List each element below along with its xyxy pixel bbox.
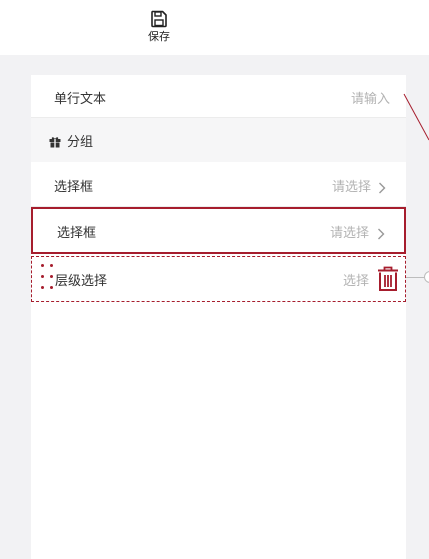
group-field[interactable]: 分组	[31, 118, 406, 162]
connector-handle[interactable]	[424, 271, 429, 283]
save-label: 保存	[148, 30, 170, 43]
select-label: 选择框	[57, 226, 97, 241]
single-text-label: 单行文本	[54, 92, 107, 107]
chevron-right-icon	[378, 179, 386, 198]
connector-line	[406, 277, 425, 278]
single-text-field[interactable]: 单行文本 请输入	[31, 75, 406, 118]
select-placeholder: 请选择	[329, 226, 369, 241]
select-label: 选择框	[54, 180, 94, 195]
save-button[interactable]: 保存	[140, 10, 178, 54]
select-field[interactable]: 选择框 请选择	[31, 163, 406, 207]
toolbar: 保存	[0, 0, 429, 55]
level-select-placeholder: 选择	[342, 274, 369, 289]
select-placeholder: 请选择	[331, 180, 371, 195]
form-canvas: 单行文本 请输入 分组 选择框 请选择 选择框 请选择 层级选择 选择	[31, 75, 406, 559]
chevron-right-icon	[377, 225, 385, 244]
gift-icon	[49, 133, 61, 152]
group-label: 分组	[67, 135, 94, 150]
drag-handle-icon[interactable]	[40, 262, 54, 294]
level-select-label: 层级选择	[55, 274, 108, 289]
single-text-placeholder: 请输入	[350, 92, 390, 107]
level-select-field[interactable]: 层级选择 选择	[31, 256, 406, 302]
trash-icon[interactable]	[377, 266, 399, 296]
select-field-selected[interactable]: 选择框 请选择	[31, 207, 406, 254]
save-icon	[150, 10, 168, 28]
